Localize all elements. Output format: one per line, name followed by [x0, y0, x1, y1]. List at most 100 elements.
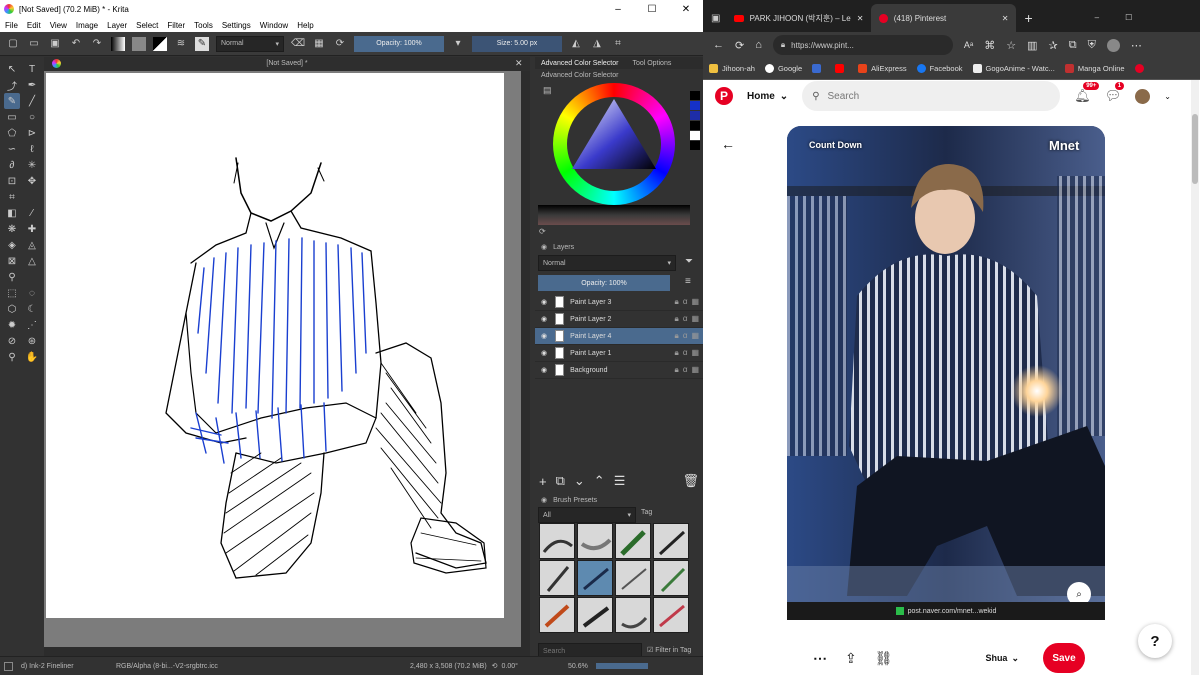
calligraphy-icon[interactable]: ✒ [24, 77, 40, 93]
visibility-eye-icon[interactable]: ◉ [541, 315, 547, 323]
ellipse-tool-icon[interactable]: ○ [24, 109, 40, 125]
brush-preset-item[interactable] [653, 597, 689, 633]
menu-window[interactable]: Window [260, 21, 288, 30]
inherit-alpha-icon[interactable]: ▦ [691, 314, 699, 324]
alpha-icon[interactable]: α [683, 331, 688, 341]
save-icon[interactable]: ▣ [48, 37, 62, 51]
home-nav-button[interactable]: Home ⌄ [747, 91, 788, 102]
menu-filter[interactable]: Filter [167, 21, 185, 30]
visibility-eye-icon[interactable]: ◉ [541, 332, 547, 340]
color-triangle[interactable] [567, 93, 661, 187]
bookmark-item[interactable] [812, 64, 825, 73]
size-slider[interactable]: Size: 5.00 px [472, 35, 562, 52]
eraser-mode-icon[interactable]: ⌫ [291, 37, 305, 51]
select-shapes-icon[interactable]: ↖ [4, 61, 20, 77]
url-input[interactable]: 🔒︎ https://www.pint... [772, 35, 953, 55]
brush-preset-item[interactable] [653, 523, 689, 559]
reference-tool-icon[interactable]: ⚲ [4, 269, 20, 285]
brush-preset-item[interactable] [615, 560, 651, 596]
layer-row[interactable]: ◉ Background 🔒︎ α ▦ [535, 362, 703, 379]
menu-edit[interactable]: Edit [27, 21, 41, 30]
blend-mode-select[interactable]: Normal ▾ [216, 35, 284, 52]
maximize-button[interactable]: ☐ [635, 4, 669, 15]
close-canvas-icon[interactable]: ✕ [515, 58, 523, 69]
close-tab-icon[interactable]: ✕ [857, 14, 864, 23]
bookmark-item[interactable]: Jihoon-ah [709, 64, 755, 73]
alpha-icon[interactable]: α [683, 348, 688, 358]
freehand-brush-icon[interactable]: ✎ [4, 93, 20, 109]
brush-preset-item[interactable] [615, 597, 651, 633]
line-tool-icon[interactable]: ╱ [24, 93, 40, 109]
brush-preset-icon[interactable]: ✎ [195, 36, 209, 51]
tab-actions-icon[interactable]: ▣ [711, 13, 720, 24]
canvas-vertical-scrollbar[interactable] [521, 71, 530, 647]
fg-bg-color-icon[interactable] [153, 36, 167, 51]
layer-row[interactable]: ◉ Paint Layer 3 🔒︎ α ▦ [535, 294, 703, 311]
close-tab-icon[interactable]: ✕ [1002, 14, 1009, 23]
pattern-swatch-icon[interactable] [132, 36, 146, 51]
visibility-eye-icon[interactable]: ◉ [541, 298, 547, 306]
alpha-icon[interactable]: α [683, 297, 688, 307]
zoom-tool-icon[interactable]: ⚲ [4, 349, 20, 365]
gradient-tool-icon[interactable]: ◧ [4, 205, 20, 221]
pinterest-search-input[interactable]: ⚲ Search [802, 81, 1061, 111]
back-arrow-icon[interactable]: ← [721, 136, 735, 152]
visibility-eye-icon[interactable]: ◉ [541, 349, 547, 357]
move-layer-down-icon[interactable]: ⌄ [574, 473, 585, 489]
transform-tool-icon[interactable]: ⊡ [4, 173, 20, 189]
security-icon[interactable]: ⛨ [1088, 39, 1096, 52]
layer-row[interactable]: ◉ Paint Layer 1 🔒︎ α ▦ [535, 345, 703, 362]
layer-properties-icon[interactable]: ☰ [614, 473, 626, 489]
menu-view[interactable]: View [50, 21, 67, 30]
brush-settings-icon[interactable]: ≋ [174, 37, 188, 51]
lock-icon[interactable]: 🔒︎ [675, 314, 679, 324]
pan-tool-icon[interactable]: ✋ [24, 349, 40, 365]
move-tool-icon[interactable]: ✥ [24, 173, 40, 189]
brush-preset-item[interactable] [539, 560, 575, 596]
menu-image[interactable]: Image [76, 21, 98, 30]
gradient-swatch-icon[interactable] [111, 36, 125, 51]
copy-link-icon[interactable]: ⛓︎ [875, 650, 893, 667]
mirror-horizontal-icon[interactable]: ◭ [569, 37, 583, 51]
crop-icon[interactable]: ⌗ [611, 37, 625, 51]
bookmark-item[interactable]: Facebook [916, 64, 963, 73]
inherit-alpha-icon[interactable]: ▦ [691, 365, 699, 375]
messages-icon[interactable]: 💬︎ 1 [1105, 82, 1125, 104]
board-select[interactable]: Shua ⌄ [985, 653, 1019, 664]
read-aloud-icon[interactable]: Aᵃ [964, 40, 973, 50]
layer-row[interactable]: ◉ Paint Layer 2 🔒︎ α ▦ [535, 311, 703, 328]
bookmark-item[interactable]: GogoAnime - Watc... [972, 64, 1055, 73]
brush-tag-select[interactable]: All ▾ [538, 507, 636, 523]
brush-preset-item[interactable] [577, 523, 613, 559]
new-document-icon[interactable]: ▢ [6, 37, 20, 51]
similar-select-icon[interactable]: ⋰ [24, 317, 40, 333]
refresh-icon[interactable]: ⟳ [539, 227, 546, 236]
ellipse-select-icon[interactable]: ◌ [24, 285, 40, 301]
layer-row-active[interactable]: ◉ Paint Layer 4 🔒︎ α ▦ [535, 328, 703, 345]
close-button[interactable]: ✕ [669, 4, 703, 15]
polygon-select-icon[interactable]: ⬡ [4, 301, 20, 317]
brush-preset-item[interactable] [539, 597, 575, 633]
tab-tool-options[interactable]: Tool Options [632, 60, 671, 67]
zoom-slider[interactable] [595, 663, 648, 669]
refresh-icon[interactable]: ⟳ [735, 39, 744, 52]
smart-patch-icon[interactable]: ✚ [24, 221, 40, 237]
new-tab-icon[interactable]: + [1024, 10, 1032, 26]
home-icon[interactable]: ⌂ [755, 39, 762, 51]
share-icon[interactable]: ⇪ [845, 650, 857, 667]
menu-settings[interactable]: Settings [222, 21, 251, 30]
bookmark-item[interactable]: Google [764, 64, 802, 73]
move-layer-up-icon[interactable]: ⌃ [594, 473, 605, 489]
magnetic-select-icon[interactable]: ⊛ [24, 333, 40, 349]
layer-blend-select[interactable]: Normal ▾ [538, 255, 676, 271]
shade-selector[interactable] [538, 205, 690, 225]
rotate-icon[interactable]: ⟲ [492, 662, 498, 670]
drawing-canvas[interactable] [46, 73, 504, 618]
notifications-icon[interactable]: 🔔︎ 99+ [1074, 82, 1100, 104]
pinterest-logo-icon[interactable]: P [715, 87, 733, 105]
inherit-alpha-icon[interactable]: ▦ [691, 331, 699, 341]
dynamic-brush-icon[interactable]: ∂ [4, 157, 20, 173]
reload-preset-icon[interactable]: ⟳ [333, 37, 347, 51]
canvas-tab[interactable]: [Not Saved] * [44, 57, 530, 71]
account-chevron-icon[interactable]: ⌄ [1164, 92, 1171, 101]
